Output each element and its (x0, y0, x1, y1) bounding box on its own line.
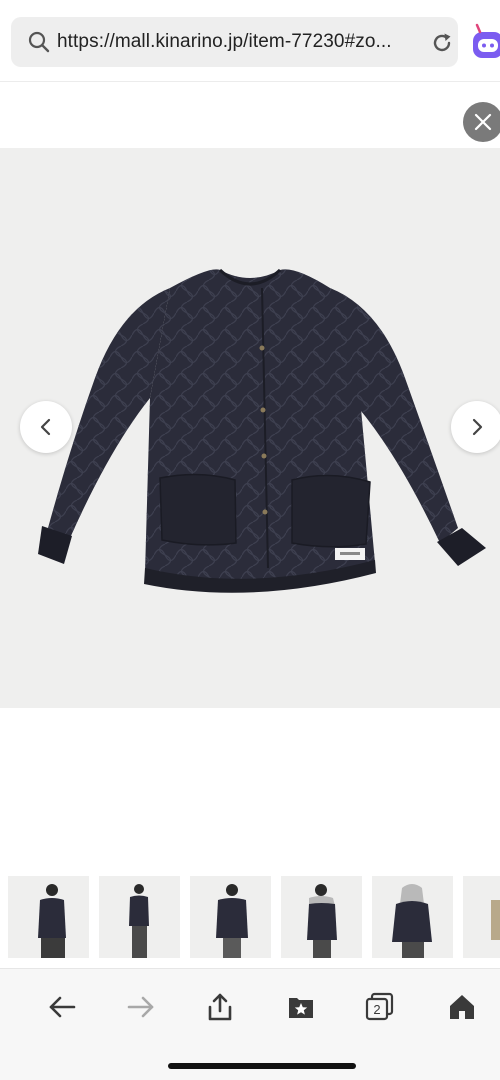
thumbnail[interactable] (190, 876, 271, 958)
thumbnail[interactable] (372, 876, 453, 958)
search-icon (28, 31, 50, 53)
previous-image-button[interactable] (20, 401, 72, 453)
home-button[interactable] (440, 985, 484, 1029)
thumbnail[interactable] (281, 876, 362, 958)
home-icon (450, 995, 474, 1019)
tabs-icon: 2 (365, 992, 394, 1021)
bookmark-star-icon (289, 998, 313, 1018)
thumbnail[interactable] (463, 876, 500, 958)
forward-button[interactable] (119, 985, 163, 1029)
tabs-button[interactable]: 2 (358, 985, 402, 1029)
share-icon (208, 993, 232, 1021)
browser-window: https://mall.kinarino.jp/item-77230#zo..… (0, 0, 500, 1080)
bookmarks-button[interactable] (279, 985, 323, 1029)
share-button[interactable] (198, 985, 242, 1029)
thumbnail[interactable] (99, 876, 180, 958)
address-bar[interactable]: https://mall.kinarino.jp/item-77230#zo..… (11, 17, 458, 67)
arrow-left-icon (49, 996, 76, 1018)
jacket-illustration (38, 268, 486, 593)
back-button[interactable] (40, 985, 84, 1029)
close-button[interactable] (463, 102, 500, 142)
address-bar-area: https://mall.kinarino.jp/item-77230#zo..… (0, 0, 500, 82)
reload-icon[interactable] (429, 30, 455, 56)
chevron-left-icon (40, 418, 51, 436)
next-image-button[interactable] (451, 401, 500, 453)
tab-count: 2 (373, 1002, 380, 1017)
url-text[interactable]: https://mall.kinarino.jp/item-77230#zo..… (57, 31, 392, 53)
extension-icon[interactable] (470, 22, 500, 62)
home-indicator (168, 1063, 356, 1069)
arrow-right-icon (127, 996, 154, 1018)
product-image[interactable] (0, 148, 500, 708)
thumbnail[interactable] (8, 876, 89, 958)
close-icon (474, 113, 492, 131)
thumbnail-strip (0, 876, 500, 958)
chevron-right-icon (472, 418, 483, 436)
